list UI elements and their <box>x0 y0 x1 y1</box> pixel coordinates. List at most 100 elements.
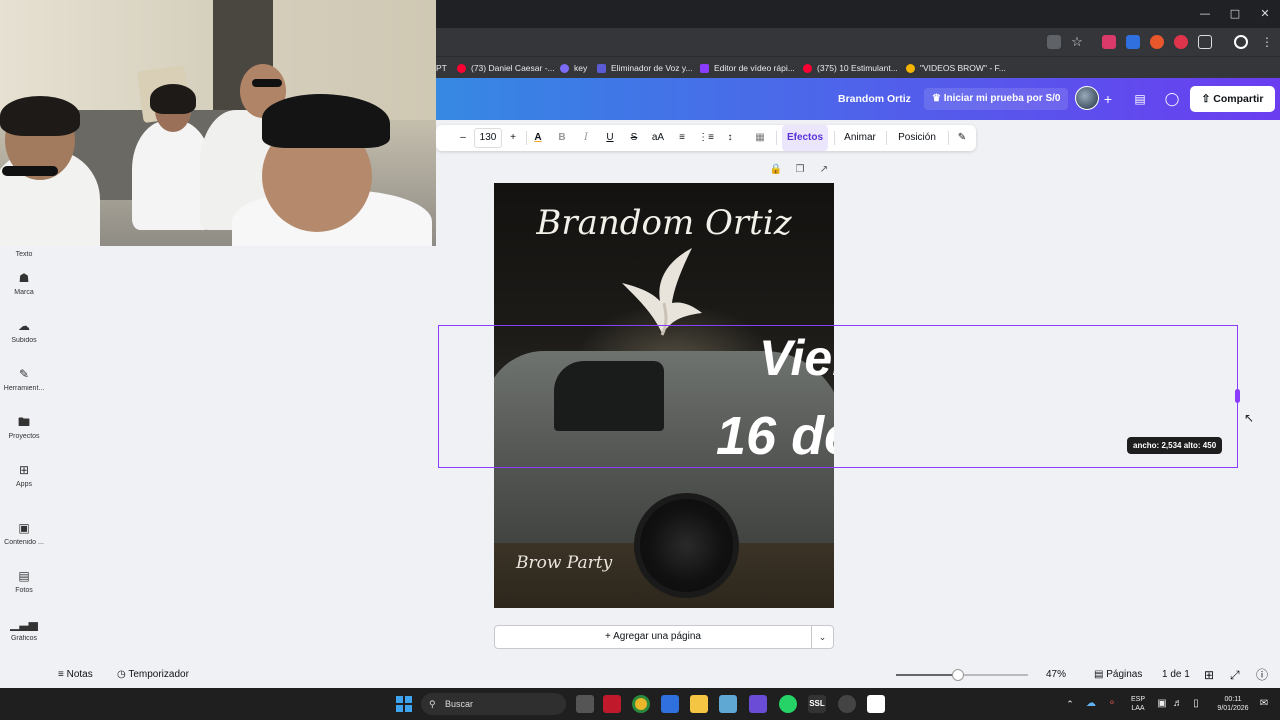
sidebar-item-tools[interactable]: ✎ Herramient... <box>0 366 48 392</box>
network-icon[interactable]: ▣ <box>1156 688 1168 720</box>
sidebar-item-label: Apps <box>16 481 32 488</box>
position-button[interactable]: Posición <box>892 125 942 151</box>
bookmark-item[interactable]: Editor de vídeo rápi... <box>700 57 795 79</box>
os-taskbar: ⚲ Buscar SSL ⌃ ☁ ⚬ ESP LAA ▣ ♬ ▯ 00:11 9… <box>0 688 1280 720</box>
browser-menu-icon[interactable]: ⋮ <box>1260 35 1274 49</box>
taskbar-app-icon[interactable] <box>838 695 856 713</box>
add-page-icon[interactable]: ↗ <box>817 164 831 175</box>
strikethrough-icon[interactable]: S <box>626 125 642 151</box>
pages-button[interactable]: ▤ Páginas <box>1094 662 1142 688</box>
bookmark-item[interactable]: "VIDEOS BROW" - F... <box>906 57 1006 79</box>
extensions-puzzle-icon[interactable] <box>1198 35 1212 49</box>
profile-icon[interactable] <box>1234 35 1248 49</box>
decrease-font-size-button[interactable]: – <box>454 125 472 151</box>
design-signature-text[interactable]: Brow Party <box>516 553 612 573</box>
sidebar-item-apps[interactable]: ⊞ Apps <box>0 462 48 488</box>
sidebar-item-photos[interactable]: ▤ Fotos <box>0 568 48 594</box>
zoom-slider-thumb[interactable] <box>952 669 965 681</box>
notes-button[interactable]: ≡ Notas <box>58 662 93 688</box>
bookmark-item[interactable]: (375) 10 Estimulant... <box>803 57 898 79</box>
taskbar-app-icon[interactable] <box>749 695 767 713</box>
translate-icon[interactable] <box>1047 35 1061 49</box>
bookmark-item[interactable]: key <box>560 57 587 79</box>
timer-button[interactable]: ◷ Temporizador <box>117 662 189 688</box>
store-icon[interactable] <box>661 695 679 713</box>
list-icon[interactable]: ⋮≡ <box>698 125 714 151</box>
effects-button[interactable]: Efectos <box>782 125 828 151</box>
brand-icon: ☗ <box>18 271 30 285</box>
avatar[interactable] <box>1075 86 1099 110</box>
taskbar-search[interactable]: ⚲ Buscar <box>421 693 566 715</box>
help-icon[interactable]: ⓘ <box>1256 662 1268 688</box>
fullscreen-icon[interactable]: ⤢ <box>1230 662 1240 688</box>
lock-icon[interactable]: 🔒 <box>769 164 783 175</box>
comment-icon[interactable]: ◯ <box>1161 88 1183 110</box>
language-indicator[interactable]: ESP LAA <box>1128 688 1148 720</box>
extension-orange-icon[interactable] <box>1150 35 1164 49</box>
text-color-icon[interactable]: A <box>530 125 546 151</box>
sidebar-item-text[interactable]: Texto <box>0 248 48 258</box>
animate-button[interactable]: Animar <box>840 125 880 151</box>
chrome-icon[interactable] <box>632 695 650 713</box>
text-selection-box[interactable] <box>438 325 1238 468</box>
increase-font-size-button[interactable]: + <box>504 125 522 151</box>
chevron-down-icon[interactable]: ⌄ <box>811 625 834 649</box>
ssl-app-icon[interactable]: SSL <box>808 695 826 713</box>
font-size-input[interactable]: 130 <box>474 128 502 148</box>
taskbar-app-icon[interactable] <box>603 695 621 713</box>
voice-remover-icon <box>597 64 606 74</box>
bookmark-item[interactable]: Eliminador de Voz y... <box>597 57 693 79</box>
close-window-icon[interactable]: ✕ <box>1250 0 1280 28</box>
duplicate-page-icon[interactable]: ❐ <box>793 164 807 175</box>
sidebar-item-label: Fotos <box>15 587 33 594</box>
copy-style-icon[interactable]: ✎ <box>954 125 970 151</box>
add-page-button[interactable]: + Agregar una página <box>494 625 812 649</box>
bold-icon[interactable]: B <box>554 125 570 151</box>
photos-app-icon[interactable] <box>719 695 737 713</box>
timer-icon: ◷ <box>117 669 129 680</box>
transparency-icon[interactable]: ▦ <box>752 125 768 151</box>
design-title-text[interactable]: Brandom Ortiz <box>494 203 834 243</box>
microphone-icon[interactable]: ⚬ <box>1106 688 1118 720</box>
battery-icon[interactable]: ▯ <box>1188 688 1204 720</box>
share-button[interactable]: ⇧ Compartir <box>1190 86 1275 112</box>
align-center-icon[interactable]: ≡ <box>674 125 690 151</box>
text-toolbar: – 130 + A B I U S aA ≡ ⋮≡ ↕ ▦ Efectos An… <box>436 125 976 151</box>
windows-start-icon[interactable] <box>396 696 412 712</box>
insights-chart-icon[interactable]: ▤ <box>1129 88 1151 110</box>
extension-blue-icon[interactable] <box>1126 35 1140 49</box>
extension-red-icon[interactable] <box>1102 35 1116 49</box>
underline-icon[interactable]: U <box>602 125 618 151</box>
file-explorer-icon[interactable] <box>690 695 708 713</box>
crown-icon: ♛ <box>932 93 944 104</box>
sidebar-item-projects[interactable]: 🖿 Proyectos <box>0 414 48 440</box>
capcut-icon[interactable] <box>867 695 885 713</box>
bookmark-item[interactable]: PT <box>436 57 447 79</box>
spacing-icon[interactable]: ↕ <box>722 125 738 151</box>
volume-icon[interactable]: ♬ <box>1172 688 1184 720</box>
zoom-slider[interactable] <box>896 669 1028 681</box>
star-bookmark-icon[interactable]: ☆ <box>1070 35 1084 49</box>
zoom-level[interactable]: 47% <box>1046 662 1066 688</box>
project-name[interactable]: Brandom Ortiz <box>838 78 911 120</box>
minimize-icon[interactable]: — <box>1190 0 1220 28</box>
letter-case-icon[interactable]: aA <box>649 125 667 151</box>
italic-icon[interactable]: I <box>578 125 594 151</box>
grid-view-icon[interactable]: ⊞ <box>1204 662 1214 688</box>
sidebar-item-charts[interactable]: ▁▃▅ Gráficos <box>0 616 48 642</box>
sidebar-item-uploads[interactable]: ☁ Subidos <box>0 318 48 344</box>
chevron-up-icon[interactable]: ⌃ <box>1064 688 1076 720</box>
maximize-icon[interactable]: □ <box>1220 0 1250 28</box>
resize-handle[interactable] <box>1235 389 1240 403</box>
add-collaborator-icon[interactable]: + <box>1097 88 1119 110</box>
extension-record-icon[interactable] <box>1174 35 1188 49</box>
start-trial-button[interactable]: ♛ Iniciar mi prueba por S/0 <box>924 88 1069 110</box>
sidebar-item-magic-content[interactable]: ▣ Contenido ... <box>0 520 48 546</box>
onedrive-icon[interactable]: ☁ <box>1084 688 1098 720</box>
whatsapp-icon[interactable] <box>779 695 797 713</box>
sidebar-item-brand[interactable]: ☗ Marca <box>0 270 48 296</box>
notifications-icon[interactable]: ✉ <box>1258 688 1270 720</box>
clock[interactable]: 00:11 9/01/2026 <box>1210 688 1256 720</box>
task-view-icon[interactable] <box>576 695 594 713</box>
bookmark-item[interactable]: (73) Daniel Caesar -... <box>457 57 555 79</box>
